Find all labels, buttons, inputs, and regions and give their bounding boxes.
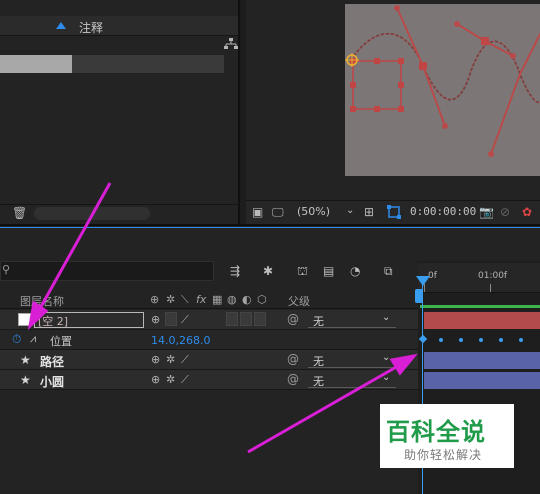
frame-blending-icon[interactable]: ▤ [323, 264, 334, 278]
current-time-display[interactable]: 0:00:00:00 [410, 205, 476, 218]
shy-switch-icon[interactable]: ⊕ [150, 293, 159, 306]
ruler-tick [490, 284, 491, 292]
shy-switch-icon[interactable]: ⊕ [151, 313, 160, 326]
switch-box[interactable] [240, 312, 252, 326]
pick-whip-icon[interactable]: @ [287, 352, 299, 366]
graph-editor-icon[interactable]: ⧉ [384, 264, 393, 279]
chevron-down-icon[interactable]: ⌄ [382, 372, 390, 383]
graph-icon[interactable]: ⩘ [30, 332, 36, 346]
layer-duration-bar-path[interactable] [424, 352, 540, 369]
stopwatch-icon[interactable]: ⏱ [12, 332, 21, 347]
parent-value: 无 [313, 315, 324, 328]
quality-switch-icon[interactable]: ⟍ [181, 293, 189, 307]
flowchart-icon[interactable] [224, 38, 238, 50]
timeline-tab-underline [0, 227, 540, 228]
project-item-selection [0, 55, 72, 73]
layer-search-input[interactable] [0, 261, 214, 281]
parent-value: 无 [313, 355, 324, 368]
layer-name[interactable]: 路径 [40, 353, 64, 370]
mask-path-icon[interactable] [387, 205, 401, 222]
pick-whip-icon[interactable]: @ [287, 312, 299, 326]
layer-color-swatch[interactable] [18, 313, 32, 326]
column-parent[interactable]: 父级 [288, 293, 310, 309]
effects-switch-icon[interactable]: fx [196, 293, 206, 306]
collapse-switch-icon[interactable]: ✲ [166, 293, 175, 306]
property-value[interactable]: 14.0,268.0 [151, 334, 210, 347]
chevron-down-icon[interactable]: ⌄ [346, 205, 354, 216]
camera-snapshot-icon[interactable]: 📷 [479, 205, 494, 219]
layer-name: [空 2] [38, 315, 69, 328]
playhead[interactable] [416, 276, 430, 286]
show-snapshot-icon[interactable]: ⊘ [500, 205, 510, 219]
switch-box[interactable] [254, 312, 266, 326]
collapse-switch-icon[interactable]: ✲ [166, 373, 175, 386]
keyframe-dot[interactable] [459, 338, 463, 342]
layer-name[interactable]: 小圆 [40, 373, 64, 390]
layer-duration-bar-null[interactable] [424, 312, 540, 329]
shy-layers-icon[interactable]: ⛫ [297, 264, 308, 280]
layer-duration-bar-circle[interactable] [424, 372, 540, 389]
property-name: 位置 [50, 335, 72, 348]
quality-switch-icon[interactable]: ⟋ [181, 313, 189, 327]
collapse-switch-icon[interactable]: ✲ [166, 353, 175, 366]
3d-layer-switch-icon[interactable]: ⬡ [257, 293, 267, 306]
color-channels-icon[interactable]: ✿ [522, 205, 532, 219]
keyframe-dot[interactable] [519, 338, 523, 342]
ruler-label-second: 01:00f [478, 271, 508, 281]
collapse-switch[interactable] [165, 312, 177, 326]
frame-blend-switch-icon[interactable]: ▦ [212, 293, 222, 306]
quality-switch-icon[interactable]: ⟋ [181, 373, 189, 387]
parent-value: 无 [313, 375, 324, 388]
keyframe-dot[interactable] [439, 338, 443, 342]
chevron-down-icon[interactable]: ⌄ [382, 312, 390, 323]
column-layer-name[interactable]: 图层名称 [20, 293, 64, 309]
work-area-start-handle[interactable] [415, 289, 423, 303]
watermark-title: 百科全说 [386, 418, 486, 446]
monitor-icon[interactable]: 🖵 [272, 205, 284, 220]
adjustment-layer-switch-icon[interactable]: ◐ [242, 293, 252, 306]
project-column-header [0, 16, 238, 36]
star-icon: ★ [20, 373, 31, 387]
quality-switch-icon[interactable]: ⟋ [181, 353, 189, 367]
trash-icon[interactable]: 🗑 [12, 206, 27, 220]
keyframe-dot[interactable] [479, 338, 483, 342]
project-scrollbar[interactable] [34, 207, 150, 220]
region-of-interest-icon[interactable]: ▣ [252, 205, 263, 219]
sort-ascending-icon[interactable] [56, 22, 66, 29]
composition-flowchart-icon[interactable]: ⇶ [230, 264, 240, 278]
star-icon: ★ [20, 353, 31, 367]
chevron-down-icon[interactable]: ⌄ [382, 352, 390, 363]
zoom-dropdown[interactable]: (50%) [297, 205, 330, 218]
motion-blur-icon[interactable]: ◔ [350, 264, 360, 278]
watermark-subtitle: 助你轻松解决 [404, 448, 483, 462]
switch-box[interactable] [226, 312, 238, 326]
motion-blur-switch-icon[interactable]: ◍ [227, 293, 237, 306]
shy-switch-icon[interactable]: ⊕ [151, 373, 160, 386]
search-icon: ⚲ [2, 263, 11, 276]
composition-canvas[interactable] [345, 4, 540, 176]
grid-guides-icon[interactable]: ⊞ [364, 205, 374, 219]
work-area-bar[interactable] [420, 305, 540, 308]
project-column-comment[interactable]: 注释 [79, 19, 103, 36]
shy-switch-icon[interactable]: ⊕ [151, 353, 160, 366]
draft-3d-icon[interactable]: ✱ [263, 264, 273, 278]
keyframe-dot[interactable] [499, 338, 503, 342]
pick-whip-icon[interactable]: @ [287, 372, 299, 386]
